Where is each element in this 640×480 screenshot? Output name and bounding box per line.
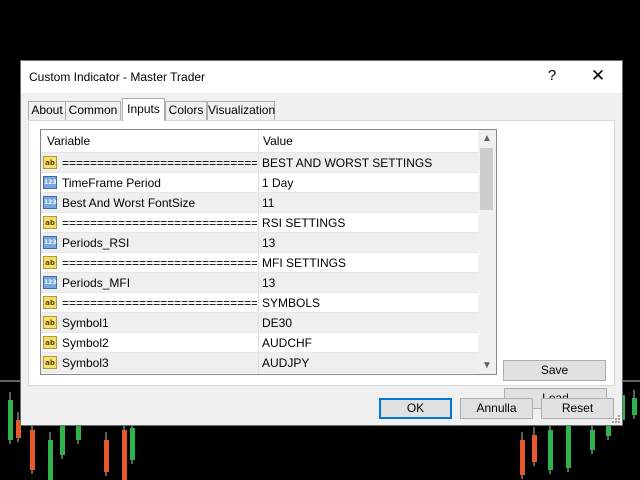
variable-name: ================================== <box>62 216 257 230</box>
column-divider <box>258 313 259 332</box>
input-row[interactable]: ab Symbol1 DE30 <box>41 313 478 333</box>
string-type-icon: ab <box>43 156 57 169</box>
variable-name: Periods_MFI <box>62 276 131 290</box>
variable-name: Periods_RSI <box>62 236 130 250</box>
resize-grip-icon[interactable] <box>610 413 620 423</box>
variable-name: TimeFrame Period <box>62 176 161 190</box>
variable-value[interactable]: BEST AND WORST SETTINGS <box>262 156 432 170</box>
variable-name: Symbol1 <box>62 316 109 330</box>
candle-body <box>8 400 13 440</box>
candle-body <box>520 440 525 475</box>
cancel-button[interactable]: Annulla <box>460 398 533 419</box>
candle-body <box>48 440 53 480</box>
save-button[interactable]: Save <box>503 360 606 381</box>
column-divider <box>258 253 259 272</box>
input-row[interactable]: ab Symbol3 AUDJPY <box>41 353 478 373</box>
input-row[interactable]: 123 Best And Worst FontSize 11 <box>41 193 478 213</box>
window-title: Custom Indicator - Master Trader <box>29 70 206 84</box>
variable-name: ================================== <box>62 296 257 310</box>
column-divider <box>258 233 259 252</box>
input-row[interactable]: ab ================================== MFI … <box>41 253 478 273</box>
scroll-down-icon[interactable]: ▼ <box>478 357 496 374</box>
grid-rows: ab ================================== BEST… <box>41 153 478 374</box>
variable-value[interactable]: RSI SETTINGS <box>262 216 345 230</box>
variable-name: ================================== <box>62 156 257 170</box>
string-type-icon: ab <box>43 316 57 329</box>
custom-indicator-dialog: Custom Indicator - Master Trader ? ✕ Abo… <box>20 60 623 426</box>
column-divider <box>258 293 259 312</box>
variable-name: ================================== <box>62 256 257 270</box>
input-row[interactable]: 123 Periods_RSI 13 <box>41 233 478 253</box>
column-divider <box>258 193 259 212</box>
column-divider <box>258 353 259 372</box>
candle-body <box>532 435 537 462</box>
candle-body <box>548 430 553 470</box>
candle-body <box>122 430 127 480</box>
column-header-value[interactable]: Value <box>263 134 293 148</box>
candle-body <box>76 425 81 440</box>
column-divider <box>258 213 259 232</box>
input-row[interactable]: abSymbol4AUDNZD <box>41 373 478 374</box>
column-divider <box>258 273 259 292</box>
candle-body <box>130 428 135 460</box>
string-type-icon: ab <box>43 216 57 229</box>
string-type-icon: ab <box>43 256 57 269</box>
variable-value[interactable]: 11 <box>262 196 274 210</box>
ok-button[interactable]: OK <box>379 398 452 419</box>
variable-value[interactable]: 13 <box>262 276 275 290</box>
candle-body <box>632 398 637 415</box>
variable-name: Best And Worst FontSize <box>62 196 196 210</box>
input-row[interactable]: ab ================================== RSI … <box>41 213 478 233</box>
grid-header: Variable Value <box>41 130 478 153</box>
variable-value[interactable]: MFI SETTINGS <box>262 256 346 270</box>
column-header-variable[interactable]: Variable <box>47 134 90 148</box>
number-type-icon: 123 <box>43 276 57 289</box>
title-bar[interactable]: Custom Indicator - Master Trader ? ✕ <box>21 61 622 93</box>
candle-body <box>590 430 595 450</box>
reset-button[interactable]: Reset <box>541 398 614 419</box>
inputs-grid[interactable]: Variable Value ab =======================… <box>40 129 497 375</box>
scroll-up-icon[interactable]: ▲ <box>478 130 496 147</box>
variable-value[interactable]: AUDJPY <box>262 356 309 370</box>
tab-common[interactable]: Common <box>65 101 121 120</box>
vertical-scrollbar[interactable]: ▲ ▼ <box>478 130 496 374</box>
tab-about[interactable]: About <box>28 101 66 120</box>
column-divider <box>258 153 259 172</box>
column-divider <box>258 173 259 192</box>
tab-inputs[interactable]: Inputs <box>122 98 165 121</box>
input-row[interactable]: ab ================================== SYMB… <box>41 293 478 313</box>
scroll-thumb[interactable] <box>480 148 493 210</box>
column-divider <box>258 373 259 374</box>
input-row[interactable]: 123 Periods_MFI 13 <box>41 273 478 293</box>
variable-value[interactable]: SYMBOLS <box>262 296 320 310</box>
string-type-icon: ab <box>43 296 57 309</box>
header-divider[interactable] <box>258 130 259 152</box>
variable-value[interactable]: 1 Day <box>262 176 293 190</box>
inputs-panel: Variable Value ab =======================… <box>28 120 615 409</box>
number-type-icon: 123 <box>43 176 57 189</box>
input-row[interactable]: ab ================================== BEST… <box>41 153 478 173</box>
number-type-icon: 123 <box>43 236 57 249</box>
close-button[interactable]: ✕ <box>576 61 620 91</box>
string-type-icon: ab <box>43 336 57 349</box>
variable-name: Symbol2 <box>62 336 109 350</box>
number-type-icon: 123 <box>43 196 57 209</box>
variable-value[interactable]: AUDCHF <box>262 336 312 350</box>
variable-value[interactable]: 13 <box>262 236 275 250</box>
column-divider <box>258 333 259 352</box>
tab-colors[interactable]: Colors <box>165 101 207 120</box>
help-button[interactable]: ? <box>530 61 574 91</box>
string-type-icon: ab <box>43 356 57 369</box>
tab-visualization[interactable]: Visualization <box>207 101 275 120</box>
candle-body <box>566 425 571 468</box>
candle-body <box>30 430 35 470</box>
input-row[interactable]: 123 TimeFrame Period 1 Day <box>41 173 478 193</box>
candle-body <box>104 440 109 472</box>
variable-name: Symbol3 <box>62 356 109 370</box>
variable-value[interactable]: DE30 <box>262 316 292 330</box>
input-row[interactable]: ab Symbol2 AUDCHF <box>41 333 478 353</box>
